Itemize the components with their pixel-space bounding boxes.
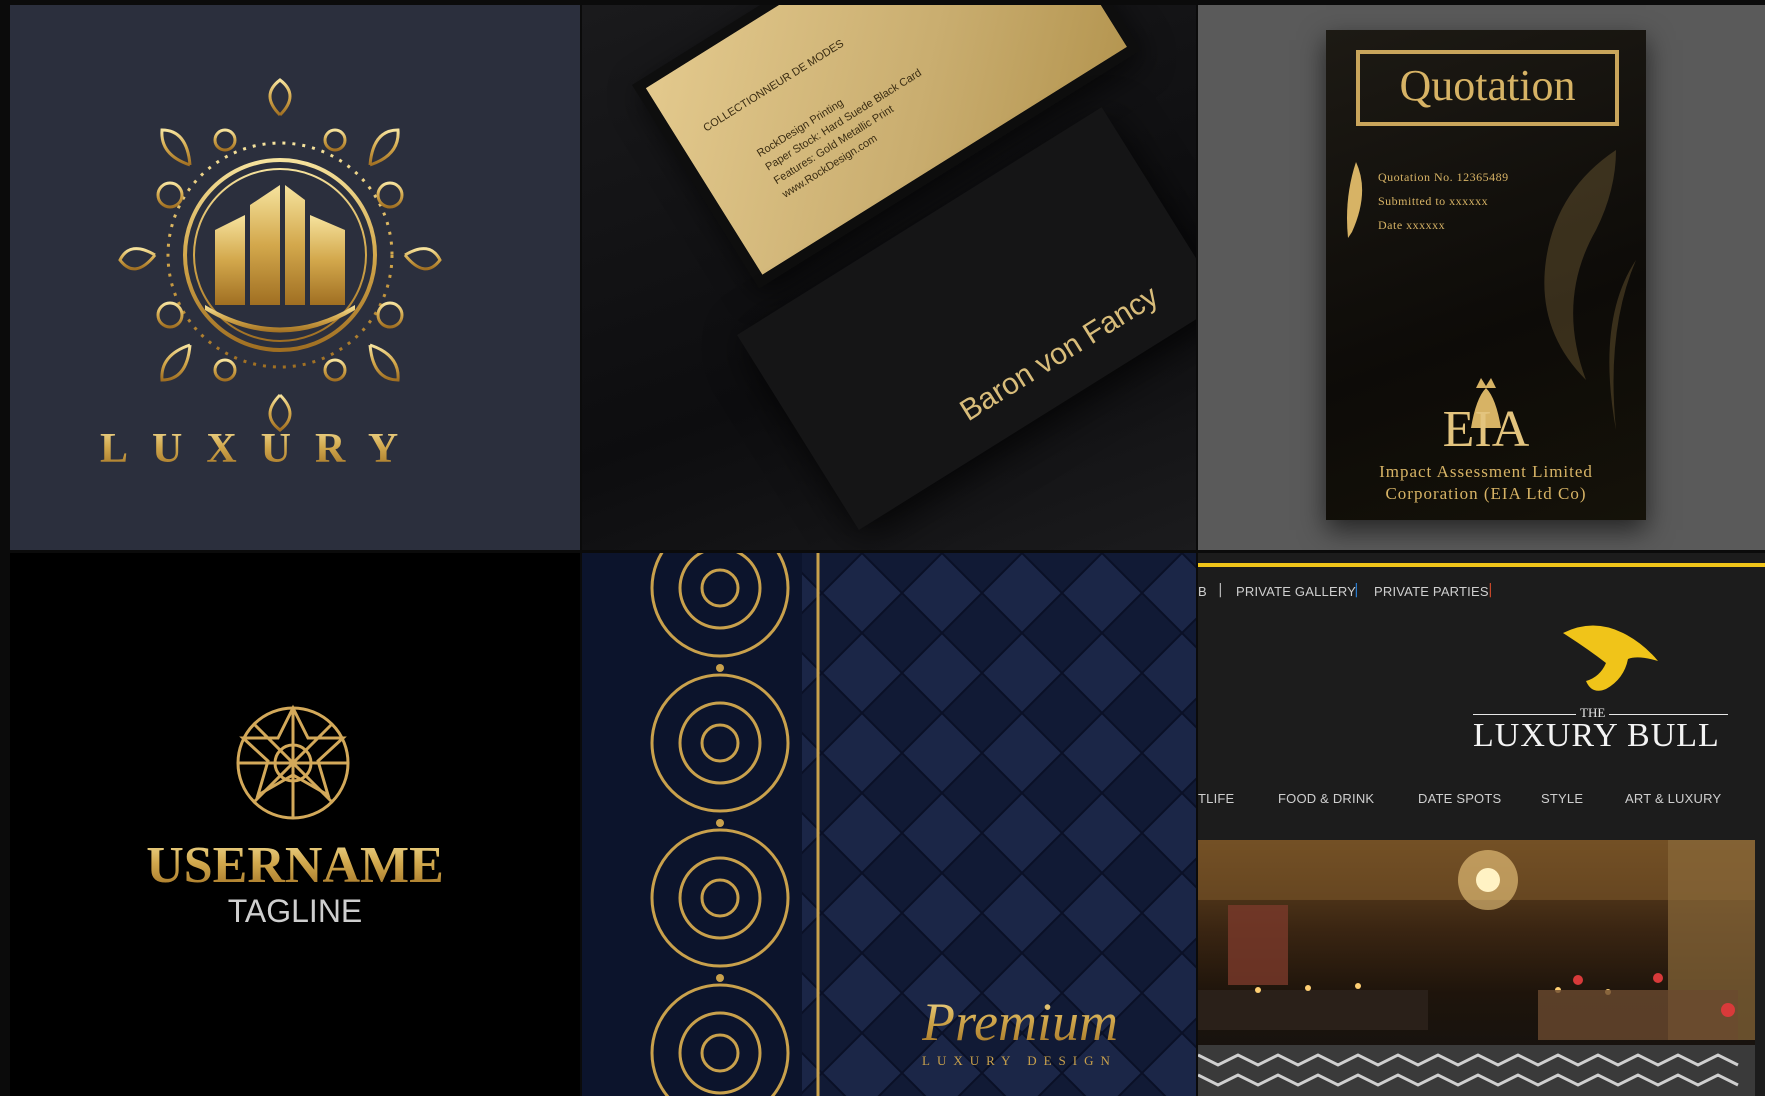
main-nav-item-date-spots[interactable]: DATE SPOTS: [1418, 791, 1501, 806]
business-card-tile: COLLECTIONNEUR DE MODES RockDesign Print…: [582, 5, 1196, 550]
main-nav: TLIFE FOOD & DRINK DATE SPOTS STYLE ART …: [1198, 781, 1765, 821]
main-nav-item-art-luxury[interactable]: ART & LUXURY: [1625, 791, 1721, 806]
lounge-photo: [1198, 840, 1755, 1096]
quotation-submitted: Submitted to xxxxxx: [1378, 194, 1489, 208]
bull-logo-name: LUXURY BULL: [1473, 717, 1720, 754]
tagline-text: TAGLINE: [227, 893, 363, 929]
company-line-1: Impact Assessment Limited: [1379, 462, 1593, 481]
username-text: USERNAME: [10, 836, 580, 895]
top-nav: B | PRIVATE GALLERY | PRIVATE PARTIES |: [1198, 578, 1765, 608]
quotation-cover: Quotation Quotation No. 12365489 Submitt…: [1326, 30, 1646, 520]
lounge-scene-icon: [1198, 840, 1755, 1096]
top-nav-item-private-gallery[interactable]: PRIVATE GALLERY: [1236, 584, 1356, 599]
username-logo-tile: USERNAME TAGLINE: [10, 553, 580, 1096]
top-nav-item-b[interactable]: B: [1198, 584, 1207, 599]
luxury-bull-site-tile: B | PRIVATE GALLERY | PRIVATE PARTIES | …: [1198, 553, 1765, 1096]
bull-logo-icon: [1563, 625, 1658, 691]
top-nav-item-private-parties[interactable]: PRIVATE PARTIES: [1374, 584, 1489, 599]
quotation-title: Quotation: [1399, 61, 1576, 110]
nav-separator: |: [1354, 582, 1359, 598]
quotation-tile: Quotation Quotation No. 12365489 Submitt…: [1198, 5, 1765, 550]
geometric-mandala-icon: [236, 704, 350, 820]
company-line-2: Corporation (EIA Ltd Co): [1385, 484, 1587, 503]
main-nav-item-food-drink[interactable]: FOOD & DRINK: [1278, 791, 1374, 806]
card-name: Baron von Fancy: [954, 279, 1165, 428]
main-nav-item-style[interactable]: STYLE: [1541, 791, 1583, 806]
luxury-logo-tile: LUXURY: [10, 5, 580, 550]
quotation-title-frame: Quotation: [1356, 50, 1619, 126]
quill-icon: [1347, 162, 1363, 238]
premium-pattern-tile: Premium LUXURY DESIGN: [582, 553, 1196, 1096]
nav-separator: |: [1218, 582, 1223, 598]
collage-grid: LUXURY COLLECTIONNEUR DE MODES RockDesig…: [0, 0, 1765, 1096]
nav-separator: |: [1488, 582, 1493, 598]
top-accent-bar: [1198, 563, 1765, 567]
premium-subtitle: LUXURY DESIGN: [922, 1053, 1117, 1068]
main-nav-item-nightlife[interactable]: TLIFE: [1198, 791, 1234, 806]
premium-script: Premium: [922, 992, 1118, 1052]
eia-logo-text: EIA: [1442, 401, 1530, 458]
quotation-date: Date xxxxxx: [1378, 218, 1446, 232]
quotation-number: Quotation No. 12365489: [1378, 170, 1509, 184]
luxury-wordmark: LUXURY: [100, 425, 480, 473]
